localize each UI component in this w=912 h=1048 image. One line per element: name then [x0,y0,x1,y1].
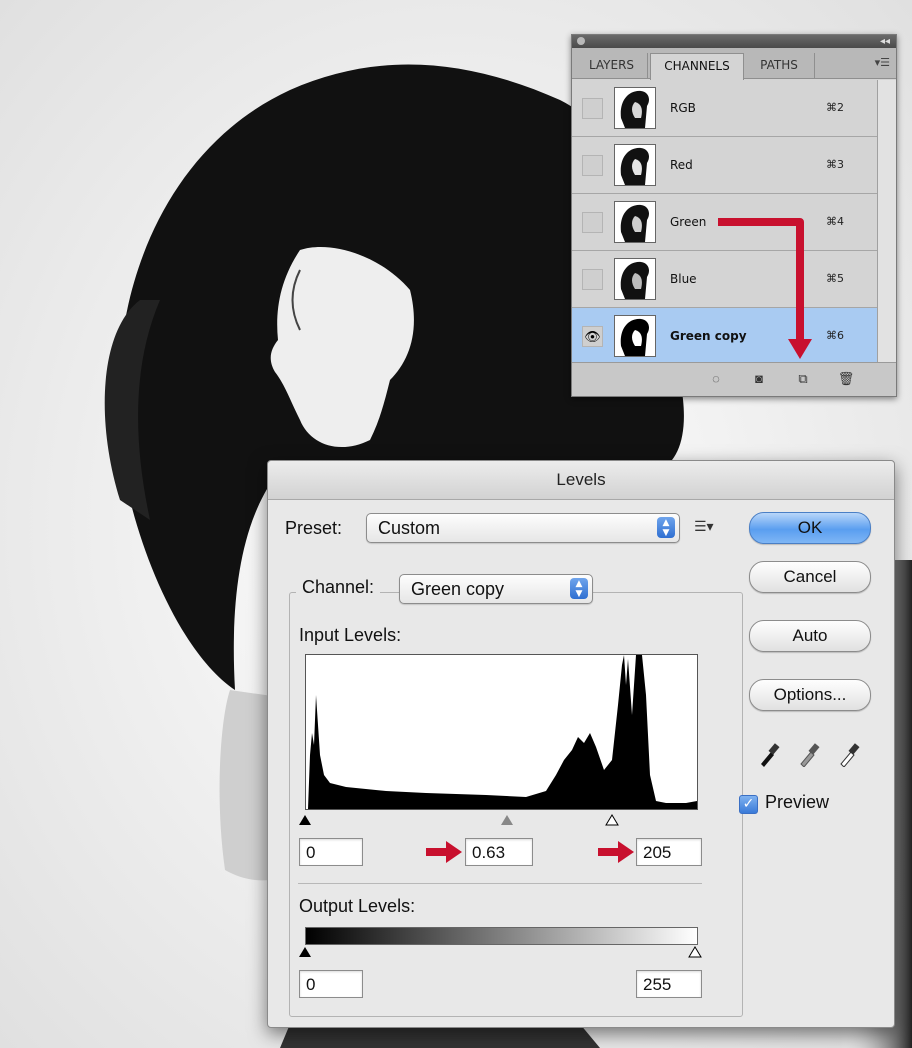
black-eyedropper-icon[interactable] [758,741,780,767]
options-button[interactable]: Options... [749,679,871,711]
levels-dialog: Levels Preset: Custom ▲ ▼ ☰▾ Channel: Gre… [267,460,895,1028]
channel-name: Green [670,215,707,229]
auto-button[interactable]: Auto [749,620,871,652]
red-arrow-icon [426,841,462,863]
channels-panel: ◂◂ LAYERS CHANNELS PATHS ▾☰ RGB ⌘2 Red ⌘… [571,34,897,397]
channel-value: Green copy [411,579,505,599]
input-black-field[interactable]: 0 [299,838,363,866]
channel-name: Green copy [670,329,747,343]
input-levels-label: Input Levels: [299,625,402,645]
collapse-icon[interactable]: ◂◂ [880,35,890,48]
channel-row-rgb[interactable]: RGB ⌘2 [572,80,877,137]
gray-eyedropper-icon[interactable] [798,741,820,767]
save-selection-icon[interactable]: ◙ [750,370,768,388]
channel-row-green[interactable]: Green ⌘4 [572,194,877,251]
output-black-field[interactable]: 0 [299,970,363,998]
channel-shortcut: ⌘3 [826,158,844,171]
close-icon[interactable] [577,37,585,45]
new-channel-icon[interactable]: ⧉ [794,370,812,388]
gamma-slider [501,815,513,825]
visibility-toggle[interactable] [582,212,603,233]
delete-channel-icon[interactable]: 🗑 [837,370,855,388]
histogram [305,654,698,810]
channel-thumbnail [614,201,656,243]
black-point-slider [299,815,311,825]
tab-layers[interactable]: LAYERS [576,53,648,78]
input-white-field[interactable]: 205 [636,838,702,866]
panel-tabs: LAYERS CHANNELS PATHS ▾☰ [572,48,896,80]
output-white-field[interactable]: 255 [636,970,702,998]
white-eyedropper-icon[interactable] [838,741,860,767]
input-slider[interactable] [299,813,702,827]
chevron-updown-icon: ▲ ▼ [570,578,588,599]
panel-scrollbar[interactable] [877,80,896,362]
preset-label: Preset: [285,518,343,538]
input-gamma-field[interactable]: 0.63 [465,838,533,866]
cancel-button[interactable]: Cancel [749,561,871,593]
load-selection-icon[interactable]: ◌ [707,370,725,388]
channel-thumbnail [614,315,656,357]
chevron-updown-icon: ▲ ▼ [657,517,675,538]
channel-shortcut: ⌘5 [826,272,844,285]
panel-menu-icon[interactable]: ▾☰ [875,56,890,69]
panel-titlebar: ◂◂ [572,35,896,48]
channel-label: Channel: [296,577,381,598]
channel-shortcut: ⌘6 [826,329,844,342]
eye-icon[interactable]: 👁 [582,326,603,347]
preset-dropdown[interactable]: Custom ▲ ▼ [366,513,680,543]
output-white-slider [688,946,702,958]
red-arrow-icon [598,841,634,863]
white-point-slider [605,814,619,826]
channel-thumbnail [614,144,656,186]
channel-name: RGB [670,101,696,115]
channel-row-blue[interactable]: Blue ⌘5 [572,251,877,308]
channel-dropdown[interactable]: Green copy ▲ ▼ [399,574,593,604]
panel-footer: ◌ ◙ ⧉ 🗑 [572,362,896,396]
channel-shortcut: ⌘4 [826,215,844,228]
visibility-toggle[interactable] [582,155,603,176]
channel-thumbnail [614,87,656,129]
channel-name: Blue [670,272,697,286]
output-levels-label: Output Levels: [299,896,416,916]
channel-thumbnail [614,258,656,300]
preset-value: Custom [378,518,441,538]
preset-options-icon[interactable]: ☰▾ [694,519,714,535]
preview-checkbox[interactable]: ✓ [739,795,758,814]
dialog-title: Levels [268,461,894,500]
output-gradient-bar [305,927,698,945]
visibility-toggle[interactable] [582,98,603,119]
ok-button[interactable]: OK [749,512,871,544]
channel-row-red[interactable]: Red ⌘3 [572,137,877,194]
visibility-toggle[interactable] [582,269,603,290]
channel-row-green-copy[interactable]: 👁 Green copy ⌘6 [572,308,877,365]
output-slider[interactable] [299,945,702,959]
output-black-slider [299,947,311,957]
tab-channels[interactable]: CHANNELS [650,53,744,80]
preview-label: Preview [765,792,830,812]
channel-name: Red [670,158,693,172]
divider [298,883,702,884]
tab-paths[interactable]: PATHS [744,53,815,78]
channel-shortcut: ⌘2 [826,101,844,114]
